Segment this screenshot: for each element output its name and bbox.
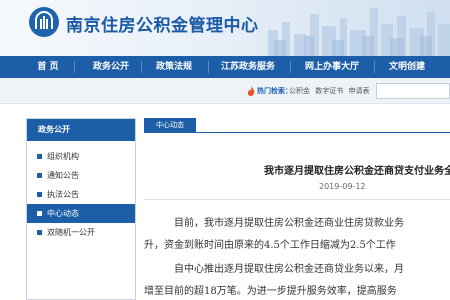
nav-divider bbox=[141, 61, 142, 73]
article-text-line: 目前，我市逐月提取住房公积金还商业住房贷款业务 bbox=[174, 218, 404, 229]
square-bullet-icon bbox=[37, 154, 42, 159]
sidebar-item-label: 双随机一公开 bbox=[47, 228, 95, 237]
square-bullet-icon bbox=[37, 211, 42, 216]
article-date: 2019-09-12 bbox=[319, 182, 366, 191]
hot-search-label: 热门检索： bbox=[257, 87, 292, 95]
article-text-line: 升，资金到账时间由原来的4.5个工作日缩减为2.5个工作 bbox=[144, 240, 396, 251]
main-nav: 首 页 政务公开 政策法规 江苏政务服务 网上办事大厅 文明创建 bbox=[0, 56, 450, 78]
tab-center-news[interactable]: 中心动态 bbox=[144, 118, 196, 133]
flame-icon bbox=[247, 86, 255, 96]
sidebar-item-organization[interactable]: 组织机构 bbox=[27, 147, 135, 166]
nav-divider bbox=[374, 61, 375, 73]
hot-word-link[interactable]: 数字证书 bbox=[315, 87, 343, 95]
content-tab-bar: 中心动态 bbox=[144, 118, 450, 133]
nav-item-civilization[interactable]: 文明创建 bbox=[384, 56, 430, 78]
sidebar-item-double-random[interactable]: 双随机一公开 bbox=[27, 223, 135, 242]
nav-divider bbox=[208, 61, 209, 73]
city-skyline-graphic bbox=[268, 8, 450, 56]
hot-word-link[interactable]: 申请表 bbox=[348, 87, 369, 95]
search-input[interactable] bbox=[376, 83, 450, 99]
article-text-line: 自中心推出逐月提取住房公积金还商贷业务以来，月 bbox=[174, 264, 404, 275]
nav-item-home[interactable]: 首 页 bbox=[28, 56, 68, 78]
nav-item-online-hall[interactable]: 网上办事大厅 bbox=[301, 56, 363, 78]
article-text-line: 增至目前的超18万笔。为进一步提升服务效率，提高服务 bbox=[144, 286, 397, 297]
sidebar-title: 政务公开 bbox=[27, 119, 135, 141]
nav-item-policies[interactable]: 政策法规 bbox=[151, 56, 197, 78]
site-title[interactable]: 南京住房公积金管理中心 bbox=[66, 11, 259, 36]
site-header: 南京住房公积金管理中心 bbox=[0, 0, 450, 56]
divider bbox=[144, 199, 450, 200]
sidebar-item-label: 中心动态 bbox=[47, 209, 79, 218]
building-logo-icon bbox=[35, 11, 53, 29]
sidebar: 政务公开 组织机构 通知公告 执法公告 中心动态 双随机一公开 bbox=[26, 118, 136, 300]
hot-word-link[interactable]: 公积金 bbox=[289, 87, 310, 95]
nav-item-government-affairs[interactable]: 政务公开 bbox=[88, 56, 134, 78]
site-logo[interactable] bbox=[29, 7, 59, 37]
nav-divider bbox=[290, 61, 291, 73]
nav-item-jiangsu-services[interactable]: 江苏政务服务 bbox=[217, 56, 279, 78]
hot-search-words: 公积金 数字证书 申请表 bbox=[289, 86, 372, 96]
article-title: 我市逐月提取住房公积金还商贷支付业务全面 bbox=[264, 166, 450, 177]
hot-search-bar: 热门检索： 公积金 数字证书 申请表 bbox=[0, 78, 450, 104]
sidebar-item-notices[interactable]: 通知公告 bbox=[27, 166, 135, 185]
sidebar-item-center-news[interactable]: 中心动态 bbox=[27, 204, 135, 223]
sidebar-item-label: 组织机构 bbox=[47, 152, 79, 161]
square-bullet-icon bbox=[37, 173, 42, 178]
square-bullet-icon bbox=[37, 192, 42, 197]
sidebar-item-enforcement[interactable]: 执法公告 bbox=[27, 185, 135, 204]
sidebar-item-label: 通知公告 bbox=[47, 171, 79, 180]
sidebar-item-label: 执法公告 bbox=[47, 190, 79, 199]
nav-divider bbox=[74, 61, 75, 73]
square-bullet-icon bbox=[37, 230, 42, 235]
